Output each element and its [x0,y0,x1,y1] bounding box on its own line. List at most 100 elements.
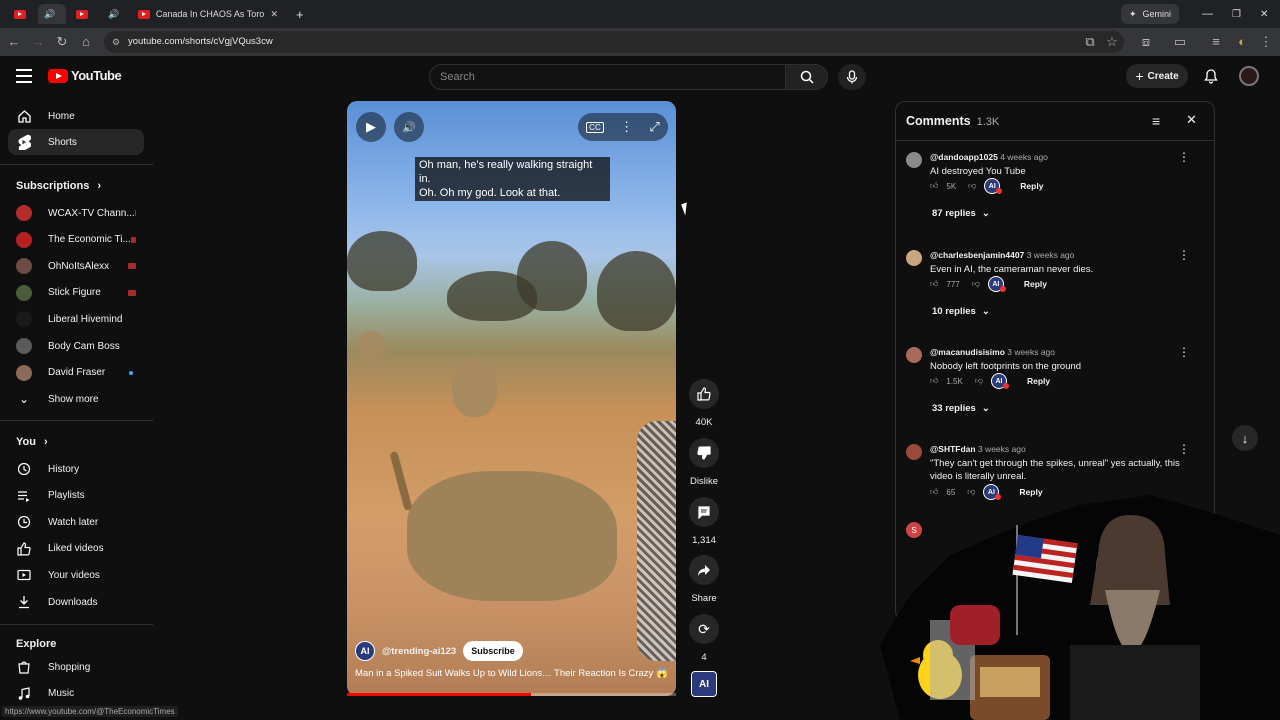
browser-tab[interactable]: 🔊 [102,4,130,24]
sound-channel-thumbnail[interactable]: AI [691,671,717,697]
search-button[interactable] [786,64,828,90]
view-replies-button[interactable]: 10 replies ⌄ [932,306,990,317]
comment-avatar[interactable] [906,250,922,266]
extensions-icon[interactable]: ⧈ [1138,34,1154,50]
comments-button[interactable] [689,497,719,527]
sidebar-item-music[interactable]: Music [8,681,144,707]
reply-button[interactable]: Reply [1024,279,1047,289]
notifications-bell-icon[interactable] [1203,68,1219,84]
sidebar-item-liked-videos[interactable]: Liked videos [8,536,144,562]
like-button[interactable] [689,379,719,409]
view-replies-button[interactable]: 87 replies ⌄ [932,208,990,219]
browser-tab[interactable] [8,4,36,24]
view-replies-button[interactable]: 33 replies ⌄ [932,403,990,414]
home-browser-icon[interactable]: ⌂ [78,34,94,50]
bookmark-star-icon[interactable]: ☆ [1104,34,1120,50]
sidebar-subscription-item[interactable]: OhNoItsAlexx [8,253,144,279]
new-tab-button[interactable]: + [290,4,310,24]
comment-more-icon[interactable]: ⋮ [1178,248,1190,262]
channel-info: AI @trending-ai123 Subscribe [355,641,523,661]
comments-title: Comments [906,114,971,128]
close-window-button[interactable]: ✕ [1254,4,1274,24]
sidebar-item-downloads[interactable]: Downloads [8,589,144,615]
live-indicator-icon [128,289,136,296]
site-info-icon[interactable]: ⚙ [112,31,120,53]
back-icon[interactable]: ← [6,34,22,50]
sidebar-item-your-videos[interactable]: Your videos [8,562,144,588]
comment-author[interactable]: @charlesbenjamin4407 [930,250,1024,260]
comment-avatar[interactable] [906,444,922,460]
browser-menu-icon[interactable]: ⋮ [1258,34,1274,50]
comment-more-icon[interactable]: ⋮ [1178,345,1190,359]
browser-tab[interactable]: 🔊 [38,4,66,24]
reply-button[interactable]: Reply [1027,376,1050,386]
sidebar-subscription-item[interactable]: Body Cam Boss [8,333,144,359]
url-field[interactable]: ⚙ youtube.com/shorts/cVgjVQus3cw [104,31,1124,53]
video-progress-bar[interactable] [347,693,676,696]
comment-author[interactable]: @SHTFdan [930,444,976,454]
profile-icon[interactable]: ◐ [1234,34,1250,50]
chevron-down-icon: ⌄ [981,208,990,219]
close-tab-icon[interactable]: ✕ [270,9,278,20]
more-options-icon[interactable]: ⋮ [620,119,633,135]
play-button[interactable]: ▶ [356,112,386,142]
comment-more-icon[interactable]: ⋮ [1178,442,1190,456]
hamburger-menu-icon[interactable] [16,69,32,83]
comment-like-icon[interactable]: 👍︎ [930,376,938,386]
comment-dislike-icon[interactable]: 👎︎ [968,181,976,191]
sidebar-subscription-item[interactable]: The Economic Ti... [8,227,144,253]
comment-avatar[interactable] [906,152,922,168]
subscribe-button[interactable]: Subscribe [463,641,523,661]
sidebar-show-more[interactable]: ⌄ Show more [8,386,144,412]
forward-icon[interactable]: → [30,34,46,50]
subscriptions-heading[interactable]: Subscriptions › [16,180,101,192]
maximize-button[interactable]: ❐ [1226,4,1247,24]
close-comments-icon[interactable]: ✕ [1186,112,1197,128]
gemini-button[interactable]: ✦ Gemini [1121,4,1180,24]
youtube-logo[interactable]: YouTube [48,68,122,83]
comment-like-icon[interactable]: 👍︎ [930,279,938,289]
sidebar-item-watch-later[interactable]: Watch later [8,509,144,535]
sidebar-item-label: Watch later [48,516,99,528]
account-avatar[interactable] [1239,66,1259,86]
dislike-button[interactable] [689,438,719,468]
sidepanel-icon[interactable]: ▭ [1172,34,1188,50]
install-icon[interactable]: ⧉ [1082,34,1098,50]
reload-icon[interactable]: ↻ [54,34,70,50]
channel-name[interactable]: @trending-ai123 [382,646,456,657]
next-video-arrow-icon[interactable]: ↓ [1232,425,1258,451]
sidebar-item-home[interactable]: Home [8,103,144,129]
comment-avatar[interactable] [906,347,922,363]
channel-avatar[interactable]: AI [355,641,375,661]
closed-captions-icon[interactable]: CC [586,121,604,133]
sidebar-subscription-item[interactable]: Liberal Hivemind [8,306,144,332]
comment-dislike-icon[interactable]: 👎︎ [975,376,983,386]
comment-author[interactable]: @macanudisisimo [930,347,1005,357]
comment-more-icon[interactable]: ⋮ [1178,150,1190,164]
you-heading[interactable]: You › [16,436,48,448]
reply-button[interactable]: Reply [1020,181,1043,191]
share-button[interactable] [689,555,719,585]
mute-button[interactable]: 🔊 [394,112,424,142]
minimize-button[interactable]: — [1196,4,1219,24]
browser-tab[interactable]: Canada In CHAOS As Toronto M ✕ [132,4,284,24]
sort-comments-icon[interactable]: ≡ [1152,113,1160,129]
remix-button[interactable]: ⟳ [689,614,719,644]
sidebar-subscription-item[interactable]: David Fraser [8,360,144,386]
comment-dislike-icon[interactable]: 👎︎ [972,279,980,289]
video-title[interactable]: Man in a Spiked Suit Walks Up to Wild Li… [355,668,667,679]
sidebar-item-history[interactable]: History [8,456,144,482]
search-input[interactable]: Search [429,64,786,90]
comment-author[interactable]: @dandoapp1025 [930,152,998,162]
comment-like-icon[interactable]: 👍︎ [930,181,938,191]
sidebar-item-shopping[interactable]: Shopping [8,654,144,680]
media-control-icon[interactable]: ≡ [1208,34,1224,50]
sidebar-item-playlists[interactable]: Playlists [8,483,144,509]
sidebar-item-shorts[interactable]: Shorts [8,129,144,155]
sidebar-subscription-item[interactable]: Stick Figure [8,280,144,306]
create-button[interactable]: + Create [1126,64,1188,88]
sidebar-subscription-item[interactable]: WCAX-TV Chann... [8,200,144,226]
voice-search-button[interactable] [838,64,866,90]
browser-tab[interactable] [70,4,98,24]
fullscreen-icon[interactable]: ⤢ [649,119,659,135]
